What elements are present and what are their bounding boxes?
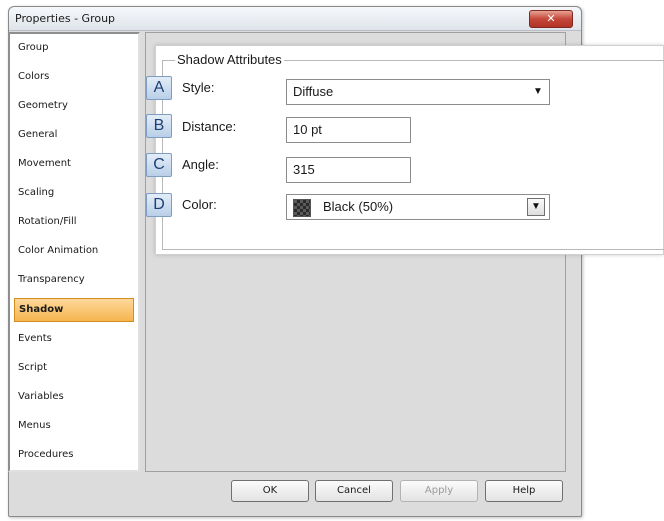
cancel-button[interactable]: Cancel bbox=[315, 480, 393, 502]
nav-item-shadow[interactable]: Shadow bbox=[14, 298, 134, 322]
callout-badge-b: B bbox=[146, 114, 172, 138]
title-bar: Properties - Group ✕ bbox=[9, 7, 581, 31]
nav-item-menus[interactable]: Menus bbox=[14, 414, 134, 438]
help-button[interactable]: Help bbox=[485, 480, 563, 502]
nav-item-colors[interactable]: Colors bbox=[14, 65, 134, 89]
category-list: Group Colors Geometry General Movement S… bbox=[8, 32, 140, 472]
nav-item-variables[interactable]: Variables bbox=[14, 385, 134, 409]
angle-input[interactable]: 315 bbox=[286, 157, 411, 183]
window-title: Properties - Group bbox=[15, 12, 116, 25]
callout-badge-d: D bbox=[146, 193, 172, 217]
close-button[interactable]: ✕ bbox=[529, 10, 573, 28]
style-label: Style: bbox=[182, 80, 215, 95]
nav-item-rotation-fill[interactable]: Rotation/Fill bbox=[14, 210, 134, 234]
angle-label: Angle: bbox=[182, 157, 219, 172]
nav-item-scaling[interactable]: Scaling bbox=[14, 181, 134, 205]
callout-badge-a: A bbox=[146, 76, 172, 100]
group-title: Shadow Attributes bbox=[175, 52, 284, 67]
apply-button[interactable]: Apply bbox=[400, 480, 478, 502]
nav-item-general[interactable]: General bbox=[14, 123, 134, 147]
color-value: Black (50%) bbox=[323, 199, 394, 214]
color-swatch bbox=[293, 199, 311, 217]
nav-item-group[interactable]: Group bbox=[14, 36, 134, 60]
nav-item-procedures[interactable]: Procedures bbox=[14, 443, 134, 467]
nav-item-transparency[interactable]: Transparency bbox=[14, 268, 134, 292]
nav-item-events[interactable]: Events bbox=[14, 327, 134, 351]
color-dropdown[interactable]: Black (50%) ▼ bbox=[286, 194, 550, 220]
distance-label: Distance: bbox=[182, 119, 237, 134]
style-dropdown[interactable]: Diffuse ▼ bbox=[286, 79, 550, 105]
dialog-button-bar: OK Cancel Apply Help bbox=[8, 476, 566, 506]
nav-item-script[interactable]: Script bbox=[14, 356, 134, 380]
close-icon: ✕ bbox=[546, 12, 556, 25]
color-label: Color: bbox=[182, 197, 217, 212]
callout-badge-c: C bbox=[146, 153, 172, 177]
chevron-down-icon[interactable]: ▼ bbox=[527, 198, 545, 216]
distance-input[interactable]: 10 pt bbox=[286, 117, 411, 143]
nav-item-color-animation[interactable]: Color Animation bbox=[14, 239, 134, 263]
style-value: Diffuse bbox=[293, 84, 334, 99]
nav-item-movement[interactable]: Movement bbox=[14, 152, 134, 176]
ok-button[interactable]: OK bbox=[231, 480, 309, 502]
nav-item-geometry[interactable]: Geometry bbox=[14, 94, 134, 118]
chevron-down-icon[interactable]: ▼ bbox=[529, 80, 547, 104]
